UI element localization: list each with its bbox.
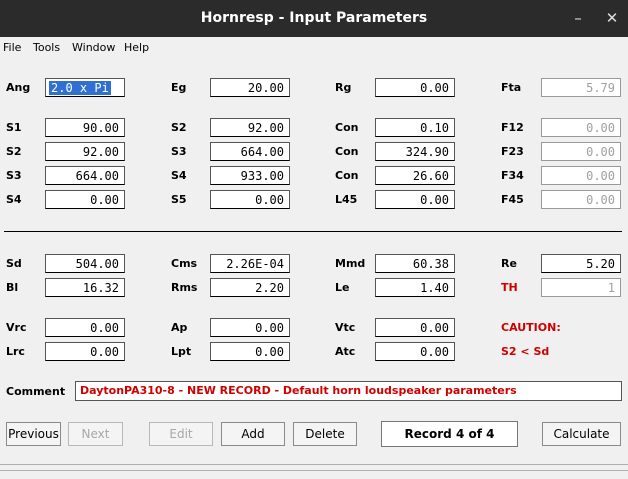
th-field: 1	[541, 278, 621, 297]
s3-field-b[interactable]: 664.00	[210, 142, 290, 161]
f45-field: 0.00	[541, 190, 621, 209]
label-s2-b: S2	[171, 121, 187, 134]
comment-field[interactable]: DaytonPA310-8 - NEW RECORD - Default hor…	[75, 381, 622, 401]
menu-tools[interactable]: Tools	[33, 41, 60, 54]
atc-field[interactable]: 0.00	[375, 342, 455, 361]
next-button[interactable]: Next	[68, 422, 123, 446]
re-field[interactable]: 5.20	[541, 254, 621, 273]
window-title: Hornresp - Input Parameters	[200, 10, 428, 26]
label-s2: S2	[6, 145, 22, 158]
s2-field[interactable]: 92.00	[45, 142, 125, 161]
label-re: Re	[501, 257, 517, 270]
eg-field[interactable]: 20.00	[210, 78, 290, 97]
label-f45: F45	[501, 193, 524, 206]
caution-message: S2 < Sd	[501, 345, 550, 358]
con2-field[interactable]: 324.90	[375, 142, 455, 161]
lrc-field[interactable]: 0.00	[45, 342, 125, 361]
label-con-3: Con	[335, 169, 359, 182]
rms-field[interactable]: 2.20	[210, 278, 290, 297]
title-bar: Hornresp - Input Parameters – ✕	[0, 0, 628, 37]
sd-field[interactable]: 504.00	[45, 254, 125, 273]
edit-button[interactable]: Edit	[149, 422, 213, 446]
fta-field: 5.79	[541, 78, 621, 97]
ap-field[interactable]: 0.00	[210, 318, 290, 337]
bl-field[interactable]: 16.32	[45, 278, 125, 297]
caution-label: CAUTION:	[501, 321, 561, 334]
menu-help[interactable]: Help	[124, 41, 149, 54]
label-s3-b: S3	[171, 145, 187, 158]
label-comment: Comment	[6, 385, 66, 398]
label-f34: F34	[501, 169, 524, 182]
label-ap: Ap	[171, 321, 188, 334]
f23-field: 0.00	[541, 142, 621, 161]
previous-button[interactable]: Previous	[6, 422, 61, 446]
label-s1: S1	[6, 121, 22, 134]
label-bl: Bl	[6, 281, 19, 294]
l45-field[interactable]: 0.00	[375, 190, 455, 209]
label-mmd: Mmd	[335, 257, 366, 270]
label-s4: S4	[6, 193, 22, 206]
cms-field[interactable]: 2.26E-04	[210, 254, 290, 273]
calculate-button[interactable]: Calculate	[542, 422, 621, 446]
label-s3: S3	[6, 169, 22, 182]
label-rms: Rms	[171, 281, 198, 294]
close-icon[interactable]: ✕	[601, 8, 623, 28]
rg-field[interactable]: 0.00	[375, 78, 455, 97]
mmd-field[interactable]: 60.38	[375, 254, 455, 273]
menu-window[interactable]: Window	[72, 41, 115, 54]
record-indicator: Record 4 of 4	[381, 421, 518, 447]
s4-field-b[interactable]: 933.00	[210, 166, 290, 185]
label-s5: S5	[171, 193, 187, 206]
con1-field[interactable]: 0.10	[375, 118, 455, 137]
label-con-2: Con	[335, 145, 359, 158]
menu-bar: File Tools Window Help	[0, 37, 628, 58]
label-lrc: Lrc	[6, 345, 25, 358]
label-le: Le	[335, 281, 350, 294]
status-divider	[0, 464, 628, 465]
label-atc: Atc	[335, 345, 356, 358]
label-l45: L45	[335, 193, 358, 206]
label-th: TH	[501, 281, 518, 294]
s3-field[interactable]: 664.00	[45, 166, 125, 185]
minimize-icon[interactable]: –	[567, 8, 589, 28]
con3-field[interactable]: 26.60	[375, 166, 455, 185]
status-divider-2	[0, 470, 628, 471]
f34-field: 0.00	[541, 166, 621, 185]
label-fta: Fta	[501, 81, 522, 94]
s5-field[interactable]: 0.00	[210, 190, 290, 209]
vtc-field[interactable]: 0.00	[375, 318, 455, 337]
ang-field[interactable]: 2.0 x Pi	[45, 78, 125, 97]
label-f12: F12	[501, 121, 524, 134]
label-lpt: Lpt	[171, 345, 192, 358]
f12-field: 0.00	[541, 118, 621, 137]
label-rg: Rg	[335, 81, 352, 94]
s1-field[interactable]: 90.00	[45, 118, 125, 137]
vrc-field[interactable]: 0.00	[45, 318, 125, 337]
ang-value: 2.0 x Pi	[49, 81, 111, 95]
lpt-field[interactable]: 0.00	[210, 342, 290, 361]
add-button[interactable]: Add	[221, 422, 285, 446]
s2-field-b[interactable]: 92.00	[210, 118, 290, 137]
menu-file[interactable]: File	[3, 41, 21, 54]
label-eg: Eg	[171, 81, 187, 94]
label-cms: Cms	[171, 257, 198, 270]
section-divider	[4, 231, 622, 232]
label-con-1: Con	[335, 121, 359, 134]
label-sd: Sd	[6, 257, 22, 270]
label-ang: Ang	[6, 81, 31, 94]
le-field[interactable]: 1.40	[375, 278, 455, 297]
label-vrc: Vrc	[6, 321, 27, 334]
delete-button[interactable]: Delete	[293, 422, 357, 446]
s4-field[interactable]: 0.00	[45, 190, 125, 209]
label-f23: F23	[501, 145, 524, 158]
label-s4-b: S4	[171, 169, 187, 182]
label-vtc: Vtc	[335, 321, 356, 334]
